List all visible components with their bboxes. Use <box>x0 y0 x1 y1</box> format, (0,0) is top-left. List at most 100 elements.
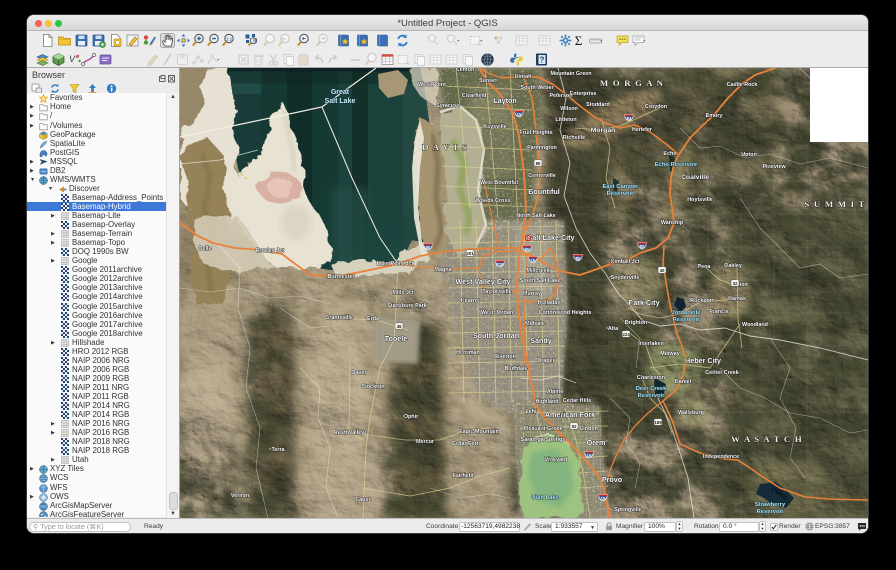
svg-text:Morgan: Morgan <box>591 127 616 134</box>
svg-text:Lindon: Lindon <box>580 426 598 432</box>
svg-text:Wilson: Wilson <box>560 106 578 112</box>
svg-text:Centerville: Centerville <box>528 173 556 179</box>
svg-text:East Canyon: East Canyon <box>602 184 638 190</box>
svg-text:15: 15 <box>517 112 522 117</box>
svg-text:Eagle Mountain: Eagle Mountain <box>459 429 499 435</box>
svg-text:Holladay: Holladay <box>538 300 560 306</box>
svg-text:West Jordan: West Jordan <box>481 310 513 316</box>
svg-text:Alta: Alta <box>608 326 619 332</box>
svg-text:Vernon: Vernon <box>231 493 249 499</box>
svg-text:Lake Point Jct: Lake Point Jct <box>377 261 414 267</box>
svg-text:Reservoir: Reservoir <box>638 393 665 399</box>
svg-text:Cottonwood Heights: Cottonwood Heights <box>539 310 592 316</box>
svg-text:Mountain Green: Mountain Green <box>550 71 591 77</box>
svg-text:Wanship: Wanship <box>661 220 684 226</box>
svg-text:40: 40 <box>660 268 665 273</box>
svg-text:Littleton: Littleton <box>555 117 576 123</box>
svg-text:201: 201 <box>466 251 474 256</box>
svg-text:Bauer: Bauer <box>351 370 367 376</box>
svg-text:80: 80 <box>525 247 530 252</box>
svg-text:Hoytsville: Hoytsville <box>687 197 712 203</box>
svg-text:Reservoir: Reservoir <box>757 509 784 515</box>
svg-text:224: 224 <box>622 332 630 337</box>
svg-text:Herriman: Herriman <box>456 350 480 356</box>
svg-text:Enterprise: Enterprise <box>570 91 597 97</box>
svg-text:Deer Creek: Deer Creek <box>636 386 667 392</box>
svg-text:Σ: Σ <box>575 33 583 48</box>
svg-text:Taylorsville: Taylorsville <box>482 289 511 295</box>
svg-text:Independence: Independence <box>703 454 739 460</box>
svg-text:South Salt Lake: South Salt Lake <box>520 278 560 284</box>
svg-text:West Valley City: West Valley City <box>456 277 511 286</box>
svg-text:Mills Jct: Mills Jct <box>392 290 413 296</box>
svg-text:Salt Lake: Salt Lake <box>325 98 356 105</box>
svg-text:Vineyard: Vineyard <box>545 457 568 463</box>
svg-text:Erda: Erda <box>367 316 380 322</box>
svg-text:Farmington: Farmington <box>527 145 557 151</box>
svg-text:Alpine: Alpine <box>547 389 563 395</box>
svg-text:92: 92 <box>572 424 577 429</box>
svg-text:Park City: Park City <box>628 298 659 307</box>
svg-text:Layton: Layton <box>493 96 517 105</box>
svg-text:American Fork: American Fork <box>545 410 595 419</box>
svg-text:Peoa: Peoa <box>698 264 712 270</box>
svg-text:Uintah: Uintah <box>515 74 532 80</box>
svg-text:Reservoir: Reservoir <box>673 317 700 323</box>
svg-text:Syracuse: Syracuse <box>436 103 460 109</box>
svg-text:Clinton: Clinton <box>456 68 475 73</box>
svg-text:Francis: Francis <box>709 309 728 315</box>
svg-text:84: 84 <box>627 116 632 121</box>
svg-text:Stockton: Stockton <box>361 384 384 390</box>
svg-text:Terra: Terra <box>271 447 285 453</box>
svg-text:Echo Reservoir: Echo Reservoir <box>655 162 698 168</box>
svg-text:Pineview: Pineview <box>762 164 786 170</box>
svg-text:South Jordan: South Jordan <box>473 331 519 340</box>
svg-text:Stansbury Park: Stansbury Park <box>387 303 427 309</box>
svg-text:Reservoir: Reservoir <box>607 191 634 197</box>
svg-text:1:1: 1:1 <box>226 36 233 41</box>
svg-text:Millcreek: Millcreek <box>526 268 549 274</box>
svg-text:Draper: Draper <box>537 358 555 364</box>
svg-text:Fruit Heights: Fruit Heights <box>519 130 552 136</box>
svg-text:W A S A T C H: W A S A T C H <box>731 434 803 444</box>
svg-text:Bluffdale: Bluffdale <box>504 366 527 372</box>
svg-text:Orem: Orem <box>587 438 606 447</box>
svg-text:Riverton: Riverton <box>494 354 516 360</box>
svg-text:Woods Cross: Woods Cross <box>476 198 511 204</box>
svg-text:M O R G A N: M O R G A N <box>600 78 664 88</box>
svg-text:Provo: Provo <box>602 475 623 484</box>
svg-text:32: 32 <box>733 281 738 286</box>
svg-text:Tooele: Tooele <box>385 334 408 343</box>
svg-text:Rockport: Rockport <box>690 298 714 304</box>
svg-text:Cedar Fort: Cedar Fort <box>451 441 478 447</box>
svg-text:89: 89 <box>536 161 541 166</box>
svg-text:Snyderville: Snyderville <box>611 275 640 281</box>
svg-text:Stoddard: Stoddard <box>586 102 610 108</box>
svg-text:Cedar Hills: Cedar Hills <box>563 398 591 404</box>
svg-text:Richville: Richville <box>563 135 585 141</box>
svg-text:15: 15 <box>587 453 592 458</box>
svg-text:Clearfield: Clearfield <box>462 93 487 99</box>
svg-text:80: 80 <box>640 244 645 249</box>
svg-text:Great: Great <box>331 89 350 96</box>
svg-text:Strawberry: Strawberry <box>755 502 786 508</box>
svg-text:80: 80 <box>576 256 581 261</box>
svg-text:15: 15 <box>531 258 536 263</box>
svg-text:S U M M I T: S U M M I T <box>804 199 865 209</box>
svg-text:Peterson: Peterson <box>549 93 572 99</box>
svg-text:Saratoga Springs: Saratoga Springs <box>521 437 566 443</box>
svg-text:Lehi: Lehi <box>525 409 537 415</box>
svg-text:Rush Valley: Rush Valley <box>334 430 364 436</box>
svg-text:36: 36 <box>397 324 402 329</box>
svg-text:80: 80 <box>426 245 431 250</box>
svg-text:Croydon: Croydon <box>645 104 667 110</box>
svg-text:West Point: West Point <box>418 82 446 88</box>
svg-text:Magna: Magna <box>434 267 452 273</box>
svg-text:Sandy: Sandy <box>530 336 552 345</box>
svg-text:Pleasant Grove: Pleasant Grove <box>523 426 562 432</box>
svg-text:Grantsville: Grantsville <box>325 315 353 321</box>
svg-text:215: 215 <box>497 262 505 267</box>
svg-text:Delle: Delle <box>199 246 212 252</box>
svg-text:Ophir: Ophir <box>404 414 419 420</box>
svg-text:Woodland: Woodland <box>742 322 768 328</box>
